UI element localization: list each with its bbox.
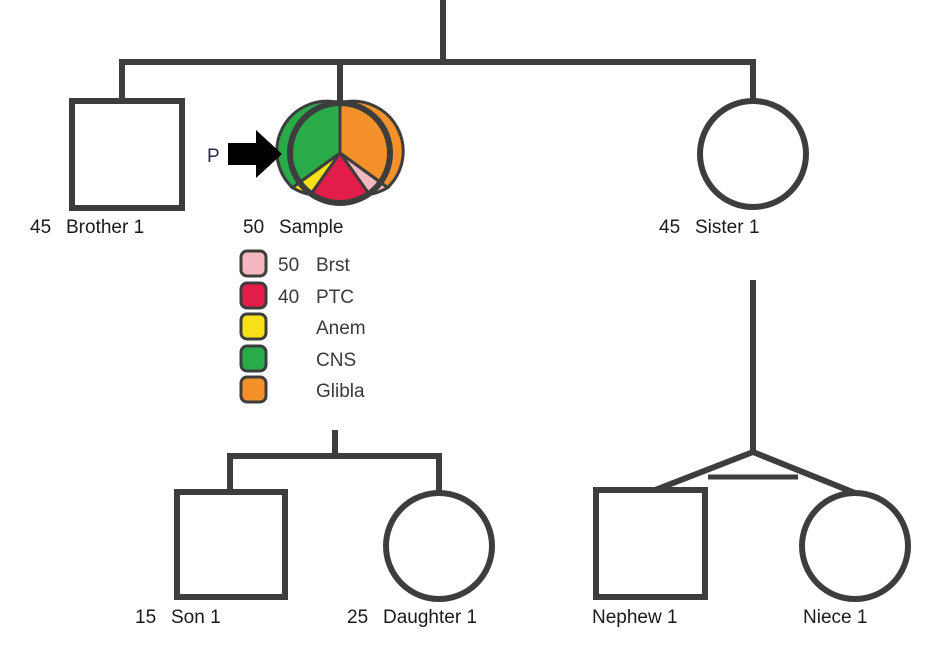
daughter1-circle[interactable] [383,490,495,602]
legend-label-glibla: Glibla [316,381,365,402]
proband-label: P [207,146,220,167]
son1-square[interactable] [174,489,288,600]
sample-name: Sample [279,217,343,238]
brother1-square[interactable] [69,98,185,211]
legend-item[interactable]: Anem [239,312,366,341]
individual-nephew1[interactable]: Nephew 1 [592,487,708,628]
legend-item[interactable]: Glibla [239,375,365,404]
legend-age-ptc: 40 [278,287,299,308]
legend-swatch-ptc [239,281,268,310]
legend-item[interactable]: 50 Brst [239,249,351,278]
daughter1-age: 25 [347,607,368,628]
individual-daughter1[interactable]: 25 Daughter 1 [347,490,495,628]
individual-sample[interactable]: 50 Sample [243,99,405,238]
generation-3-left-connectors [227,430,442,494]
legend-item[interactable]: CNS [239,344,356,373]
niece1-name: Niece 1 [803,607,867,628]
generation-1-connectors [119,0,756,104]
legend-swatch-cns [239,344,268,373]
nephew1-name: Nephew 1 [592,607,678,628]
sister1-circle[interactable] [697,98,809,210]
legend-label-anem: Anem [316,318,366,339]
twin-line-nephew1 [648,449,755,495]
legend-label-cns: CNS [316,350,356,371]
individual-sister1[interactable]: 45 Sister 1 [659,98,809,238]
legend-label-brst: Brst [316,255,351,276]
legend-swatch-anem [239,312,268,341]
brother1-age: 45 [30,217,51,238]
son1-age: 15 [135,607,156,628]
legend-age-brst: 50 [278,255,299,276]
legend: 50 Brst 40 PTC Anem CNS Glibla [239,249,366,404]
pedigree-chart: 45 Brother 1 50 Sample P 45 Sister 1 15 … [0,0,949,669]
proband-marker: P [207,130,282,178]
daughter1-name: Daughter 1 [383,607,477,628]
individual-niece1[interactable]: Niece 1 [799,490,911,628]
legend-label-ptc: PTC [316,287,354,308]
brother1-name: Brother 1 [66,217,144,238]
sample-age: 50 [243,217,264,238]
twin-line-niece1 [751,449,857,496]
generation-3-right-connectors [648,280,857,496]
sister1-age: 45 [659,217,680,238]
pedigree-canvas: 45 Brother 1 50 Sample P 45 Sister 1 15 … [30,0,911,628]
nephew1-square[interactable] [593,487,708,600]
individual-son1[interactable]: 15 Son 1 [135,489,288,628]
son1-name: Son 1 [171,607,221,628]
legend-item[interactable]: 40 PTC [239,281,354,310]
proband-arrow-icon [228,130,282,178]
legend-swatch-brst [239,249,268,278]
niece1-circle[interactable] [799,490,911,602]
individual-brother1[interactable]: 45 Brother 1 [30,98,185,238]
sister1-name: Sister 1 [695,217,759,238]
legend-swatch-glibla [239,375,268,404]
